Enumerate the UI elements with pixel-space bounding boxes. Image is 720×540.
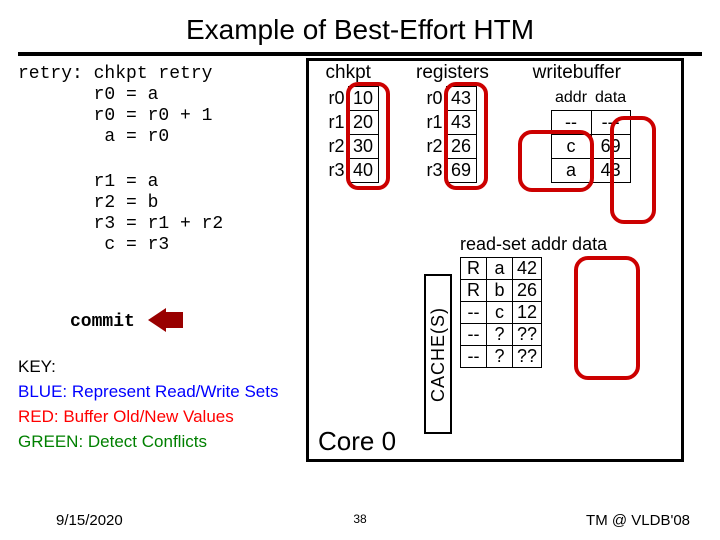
cell: ? <box>487 346 513 368</box>
core-label: Core 0 <box>318 426 396 457</box>
registers-header: registers <box>416 62 489 84</box>
cache-label-box: CACHE(S) <box>424 274 452 434</box>
wbuf-sub-data: data <box>591 86 630 110</box>
table-row: c69 <box>523 134 630 158</box>
cell: a <box>551 158 591 182</box>
cell: 43 <box>446 111 476 135</box>
table-row: addr data <box>523 86 630 110</box>
table-row: r143 <box>416 111 476 135</box>
code-block-1: retry: chkpt retry r0 = a r0 = r0 + 1 a … <box>18 64 212 148</box>
reg-label: r1 <box>318 111 348 135</box>
cell: -- <box>551 110 591 134</box>
cell: c <box>487 302 513 324</box>
reg-label: r3 <box>318 159 348 183</box>
key-title: KEY: <box>18 354 278 379</box>
commit-label: commit <box>70 312 135 332</box>
table-row: r120 <box>318 111 378 135</box>
table-row: --??? <box>461 324 542 346</box>
cell: R <box>461 258 487 280</box>
cell: 26 <box>513 280 542 302</box>
reg-label: r0 <box>318 87 348 111</box>
chkpt-header: chkpt <box>318 62 379 84</box>
reg-label: r2 <box>416 135 446 159</box>
cell: -- <box>461 302 487 324</box>
table-row: Rb26 <box>461 280 542 302</box>
writebuffer-table: writebuffer addr data ----- c69 a43 <box>523 62 631 183</box>
cell: a <box>487 258 513 280</box>
table-row: a43 <box>523 158 630 182</box>
reg-label: r2 <box>318 135 348 159</box>
footer-date: 9/15/2020 <box>56 512 123 529</box>
cell: 20 <box>348 111 378 135</box>
table-row: r230 <box>318 135 378 159</box>
readset-table: read-set addr data Ra42 Rb26 --c12 --???… <box>460 234 607 368</box>
table-row: --??? <box>461 346 542 368</box>
cell: -- <box>461 324 487 346</box>
reg-label: r3 <box>416 159 446 183</box>
cell: ? <box>487 324 513 346</box>
key-red: RED: Buffer Old/New Values <box>18 404 278 429</box>
cell: 12 <box>513 302 542 324</box>
wbuf-sub-addr: addr <box>551 86 591 110</box>
footer-page: 38 <box>353 512 366 526</box>
table-row: r226 <box>416 135 476 159</box>
cell: 30 <box>348 135 378 159</box>
table-row: r010 <box>318 87 378 111</box>
footer: 9/15/2020 38 TM @ VLDB'08 <box>0 512 720 534</box>
cell: b <box>487 280 513 302</box>
title-rule <box>18 52 702 56</box>
reg-label: r1 <box>416 111 446 135</box>
readset-header: read-set addr data <box>460 234 607 255</box>
cell: 69 <box>591 134 630 158</box>
table-row: ----- <box>523 110 630 134</box>
cell: 43 <box>446 87 476 111</box>
cell: 43 <box>591 158 630 182</box>
slide-title: Example of Best-Effort HTM <box>0 0 720 52</box>
table-row: r340 <box>318 159 378 183</box>
commit-arrow-icon <box>148 308 166 332</box>
cache-label: CACHE(S) <box>428 306 449 401</box>
key-legend: KEY: BLUE: Represent Read/Write Sets RED… <box>18 354 278 454</box>
code-block-2: r1 = a r2 = b r3 = r1 + r2 c = r3 <box>18 172 223 256</box>
cell: 26 <box>446 135 476 159</box>
cell: c <box>551 134 591 158</box>
writebuffer-header: writebuffer <box>523 62 631 84</box>
cell: -- <box>461 346 487 368</box>
cell: 10 <box>348 87 378 111</box>
cell: 42 <box>513 258 542 280</box>
key-green: GREEN: Detect Conflicts <box>18 429 278 454</box>
table-row: Ra42 <box>461 258 542 280</box>
key-blue: BLUE: Represent Read/Write Sets <box>18 379 278 404</box>
diagram-stage: retry: chkpt retry r0 = a r0 = r0 + 1 a … <box>18 62 702 482</box>
table-row: r043 <box>416 87 476 111</box>
table-row: r369 <box>416 159 476 183</box>
chkpt-table: chkpt r010 r120 r230 r340 <box>318 62 379 183</box>
reg-label: r0 <box>416 87 446 111</box>
cell: 69 <box>446 159 476 183</box>
cell: R <box>461 280 487 302</box>
cell: 40 <box>348 159 378 183</box>
table-row: --c12 <box>461 302 542 324</box>
footer-conference: TM @ VLDB'08 <box>586 512 690 529</box>
cell: --- <box>591 110 630 134</box>
registers-table: registers r043 r143 r226 r369 <box>416 62 489 183</box>
cell: ?? <box>513 324 542 346</box>
cell: ?? <box>513 346 542 368</box>
